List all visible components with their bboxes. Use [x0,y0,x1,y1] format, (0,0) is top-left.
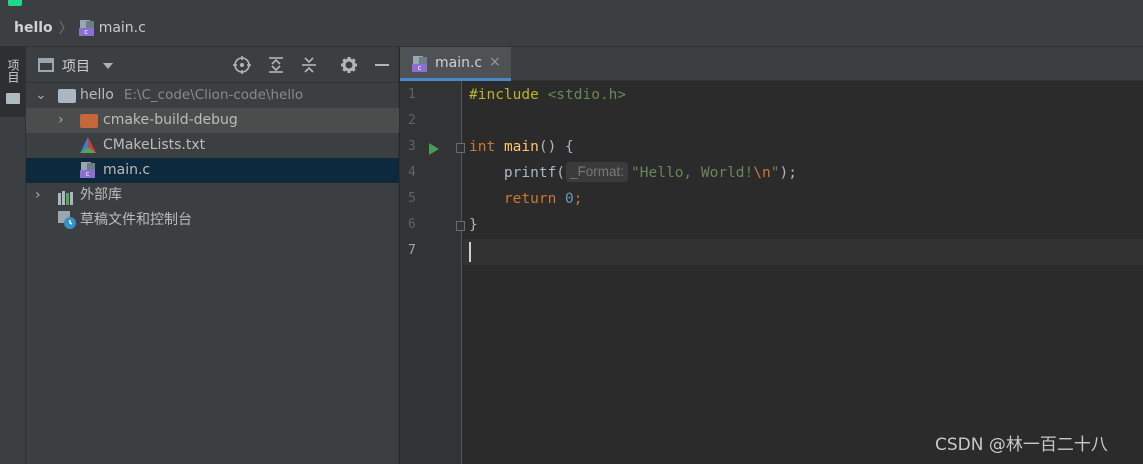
code-line-4[interactable]: printf(_Format: "Hello, World!\n"); [469,160,797,186]
tree-item-main-file[interactable]: c main.c [26,158,399,183]
c-file-icon: c [412,56,428,72]
code-include-keyword: #include [469,87,539,103]
chevron-down-icon[interactable]: ⌄ [35,83,47,108]
tree-item-external-libs-label: 外部库 [80,187,122,203]
expand-all-icon[interactable] [267,56,285,74]
folder-icon [6,93,20,104]
locate-icon[interactable] [233,56,251,74]
code-line-1[interactable]: #include <stdio.h> [469,82,626,108]
tree-item-cmake-file[interactable]: CMakeLists.txt [26,133,399,158]
minimize-icon[interactable] [373,56,391,74]
folder-icon [80,114,98,128]
code-return-keyword: return [503,191,557,207]
c-file-icon: c [80,162,96,178]
code-line-3[interactable]: int main() { [469,134,574,160]
line-number: 4 [408,165,416,180]
code-printf: printf( [503,165,566,181]
breadcrumb: hello 〉 c main.c [0,10,1143,47]
line-number-current: 7 [408,243,416,258]
project-panel: 项目 ⌄ hello E:\C_code\Clion-code\hello › c… [26,47,399,464]
chevron-right-icon[interactable]: › [58,108,64,133]
code-semicolon: ; [573,191,583,207]
chevron-right-icon[interactable]: › [35,183,41,208]
tree-item-cmake-file-label: CMakeLists.txt [103,137,206,153]
chevron-down-icon[interactable] [103,63,113,69]
project-panel-header: 项目 [26,47,399,83]
code-line-5[interactable]: return 0; [469,186,583,212]
cmake-icon [80,137,96,153]
tab-label: main.c [435,55,483,71]
run-icon[interactable] [429,143,439,155]
project-tool-tab-label: 项目 [6,59,20,83]
code-int-keyword: int [469,139,496,155]
left-tool-strip: 项目 [0,47,26,464]
line-number: 2 [408,113,416,128]
line-number: 3 [408,139,416,154]
project-tool-tab[interactable]: 项目 [0,47,25,117]
line-number: 6 [408,217,416,232]
text-caret [469,242,471,262]
scratches-icon [58,211,76,229]
breadcrumb-project[interactable]: hello [14,20,53,36]
project-view-icon [38,58,54,72]
project-view-selector[interactable]: 项目 [62,56,90,76]
editor-gutter: 1 2 3 4 5 6 7 [400,81,465,464]
tree-item-build-dir[interactable]: › cmake-build-debug [26,108,399,133]
code-return-value: 0 [565,191,574,207]
code-escape: \n [753,165,771,181]
code-line-6[interactable]: } [469,212,478,238]
code-include-path: <stdio.h> [547,87,627,103]
watermark: CSDN @林一百二十八 [935,435,1108,455]
tree-item-root-path: E:\C_code\Clion-code\hello [123,87,304,103]
code-main-name: main [503,139,539,155]
breadcrumb-file[interactable]: main.c [99,20,146,36]
tree-item-external-libs[interactable]: › 外部库 [26,183,399,208]
tree-item-root[interactable]: ⌄ hello E:\C_code\Clion-code\hello [26,83,399,108]
tree-item-scratches[interactable]: 草稿文件和控制台 [26,208,399,233]
code-close-brace: } [469,217,478,233]
code-printf-end: ); [779,165,797,181]
menu-bar [0,0,1143,10]
editor: c main.c × 1 2 3 4 5 6 7 #include <stdio… [400,47,1143,464]
editor-tab-bar: c main.c × [400,47,1143,81]
code-area[interactable]: #include <stdio.h> int main() { printf(_… [463,81,1143,464]
code-string: "Hello, World! [631,165,754,181]
close-icon[interactable]: × [489,54,501,70]
gear-icon[interactable] [340,56,358,74]
line-number: 5 [408,191,416,206]
tree-item-build-dir-label: cmake-build-debug [103,112,238,128]
tree-item-scratches-label: 草稿文件和控制台 [80,212,192,228]
library-icon [58,189,76,205]
code-main-rest: () { [538,139,574,155]
current-line-highlight [463,239,1143,265]
breadcrumb-separator-icon: 〉 [58,21,73,37]
clion-logo-icon [8,0,22,6]
tree-item-root-label: hello [80,87,114,103]
collapse-all-icon[interactable] [300,56,318,74]
c-file-icon: c [78,20,95,36]
tree-item-main-file-label: main.c [103,162,151,178]
line-number: 1 [408,87,416,102]
folder-icon [58,89,76,103]
parameter-hint: _Format: [566,162,629,182]
tab-main-c[interactable]: c main.c × [400,47,511,81]
